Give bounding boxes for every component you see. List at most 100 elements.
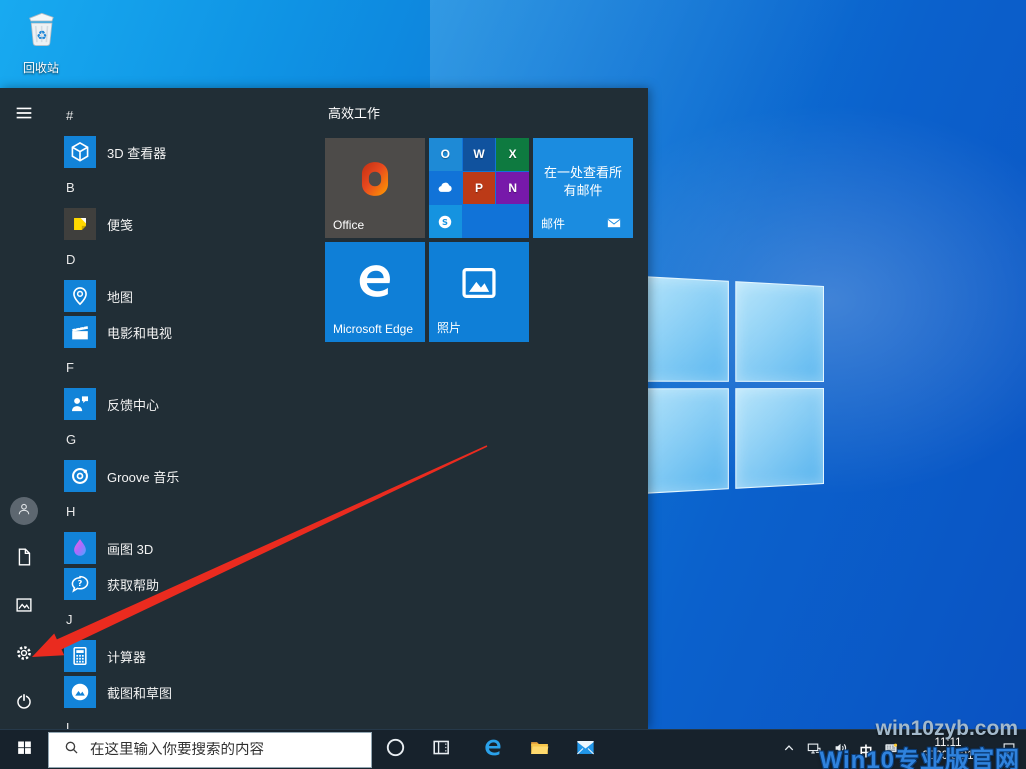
edge-icon: [481, 735, 506, 765]
watermark-brand-text: Win10专业版官网: [820, 740, 1020, 769]
app-list-item[interactable]: 截图和草图: [48, 674, 320, 710]
app-list-item[interactable]: 电影和电视: [48, 314, 320, 350]
svg-text:S: S: [442, 216, 448, 226]
taskbar-buttons: [372, 730, 608, 769]
feedback-icon: [64, 388, 96, 420]
pictures-button[interactable]: [0, 585, 48, 629]
app-section-letter[interactable]: L: [48, 710, 320, 729]
tile-label: 照片: [437, 319, 461, 336]
start-menu-tiles-area: 高效工作 Office OWXPN S 在一处查看所有邮件邮件 Microsoft Ed…: [325, 88, 641, 729]
cube-icon: [64, 136, 96, 168]
cortana-taskbar-button[interactable]: [372, 730, 418, 769]
calculator-icon: [64, 640, 96, 672]
start-menu-app-list: #3D 查看器 B 便笺 D 地图电影和电视 F 反馈中心 G Groove 音乐 H 画图 3D?…: [48, 88, 320, 729]
recycle-bin-shortcut[interactable]: ♻ 回收站: [12, 6, 70, 76]
word-icon: W: [463, 138, 496, 171]
power-button[interactable]: [0, 681, 48, 725]
tile-label: Microsoft Edge: [333, 322, 413, 336]
start-menu: #3D 查看器 B 便笺 D 地图电影和电视 F 反馈中心 G Groove 音乐 H 画图 3D?…: [0, 88, 648, 729]
task-view-taskbar-button[interactable]: [418, 730, 464, 769]
search-icon: [49, 738, 90, 762]
app-section-letter[interactable]: H: [48, 494, 320, 530]
gear-icon: [13, 642, 35, 669]
tile-photos[interactable]: 照片: [429, 242, 529, 342]
user-account-button[interactable]: [0, 489, 48, 533]
document-icon: [13, 546, 35, 573]
excel-icon: X: [496, 138, 529, 171]
powerpoint-icon: P: [463, 172, 496, 205]
app-section-letter[interactable]: #: [48, 98, 320, 134]
app-label: 3D 查看器: [107, 143, 166, 162]
hamburger-icon: [13, 102, 35, 129]
mail-app-taskbar-button[interactable]: [562, 730, 608, 769]
file-explorer-taskbar-button[interactable]: [516, 730, 562, 769]
svg-text:♻: ♻: [36, 28, 47, 42]
maps-icon: [64, 280, 96, 312]
chevron-up-icon: [780, 739, 798, 762]
windows-logo-pane: [735, 281, 824, 382]
empty-cell: [496, 205, 529, 238]
app-label: 计算器: [107, 647, 146, 666]
watermark-site-url: win10zyb.com: [876, 717, 1018, 741]
outlook-icon: O: [429, 138, 462, 171]
edge-browser-taskbar-button[interactable]: [470, 730, 516, 769]
app-section-letter[interactable]: F: [48, 350, 320, 386]
app-label: 反馈中心: [107, 395, 159, 414]
app-list-item[interactable]: ?获取帮助: [48, 566, 320, 602]
sticky-icon: [64, 208, 96, 240]
taskbar-search-box[interactable]: [48, 732, 372, 768]
app-list-item[interactable]: 地图: [48, 278, 320, 314]
app-list-item[interactable]: 画图 3D: [48, 530, 320, 566]
gethelp-icon: ?: [64, 568, 96, 600]
start-menu-sidebar: [0, 88, 48, 729]
windows-logo-wallpaper: [630, 275, 824, 494]
tile-office-apps[interactable]: OWXPN S: [429, 138, 529, 238]
app-label: 画图 3D: [107, 539, 153, 558]
app-list-item[interactable]: 3D 查看器: [48, 134, 320, 170]
mailtask-icon: [573, 735, 598, 765]
power-icon: [13, 690, 35, 717]
start-button[interactable]: [0, 730, 48, 769]
app-list-item[interactable]: 计算器: [48, 638, 320, 674]
recycle-bin-label: 回收站: [12, 59, 70, 76]
tile-group-title: 高效工作: [328, 103, 380, 122]
onedrive-icon: [429, 172, 462, 205]
tile-office[interactable]: Office: [325, 138, 425, 238]
windows-logo-pane: [735, 388, 824, 489]
app-label: 便笺: [107, 215, 133, 234]
user-icon: [15, 500, 33, 523]
app-label: Groove 音乐: [107, 467, 179, 486]
tile-label: Office: [333, 218, 364, 232]
app-list-item[interactable]: 便笺: [48, 206, 320, 242]
app-list-item[interactable]: 反馈中心: [48, 386, 320, 422]
groove-icon: [64, 460, 96, 492]
pictures-icon: [13, 594, 35, 621]
skype-icon: S: [429, 205, 462, 238]
search-input[interactable]: [90, 742, 360, 758]
tray-overflow-button[interactable]: [777, 730, 801, 769]
mail-tile-headline: 在一处查看所有邮件: [533, 164, 633, 200]
app-section-letter[interactable]: J: [48, 602, 320, 638]
app-section-letter[interactable]: D: [48, 242, 320, 278]
app-section-letter[interactable]: G: [48, 422, 320, 458]
recycle-bin-icon: ♻: [12, 6, 70, 58]
settings-button[interactable]: [0, 633, 48, 677]
app-list-item[interactable]: Groove 音乐: [48, 458, 320, 494]
menu-expand-button[interactable]: [0, 93, 48, 137]
documents-button[interactable]: [0, 537, 48, 581]
windows-desktop: ♻ 回收站 #3D 查看器 B 便笺 D 地图电影和电视 F 反馈中心 G Groove 音乐 H…: [0, 0, 1026, 769]
tile-grid: Office OWXPN S 在一处查看所有邮件邮件 Microsoft Edge 照片: [325, 138, 637, 342]
tile-label: 邮件: [541, 215, 565, 232]
tile-microsoft-edge[interactable]: Microsoft Edge: [325, 242, 425, 342]
folder-icon: [527, 735, 552, 765]
app-section-letter[interactable]: B: [48, 170, 320, 206]
app-label: 截图和草图: [107, 683, 172, 702]
app-label: 电影和电视: [107, 323, 172, 342]
snip-icon: [64, 676, 96, 708]
avatar: [10, 497, 38, 525]
onenote-icon: N: [496, 172, 529, 205]
envelope-icon: [603, 214, 625, 232]
app-label: 地图: [107, 287, 133, 306]
windows-start-icon: [15, 738, 34, 762]
tile-mail[interactable]: 在一处查看所有邮件邮件: [533, 138, 633, 238]
